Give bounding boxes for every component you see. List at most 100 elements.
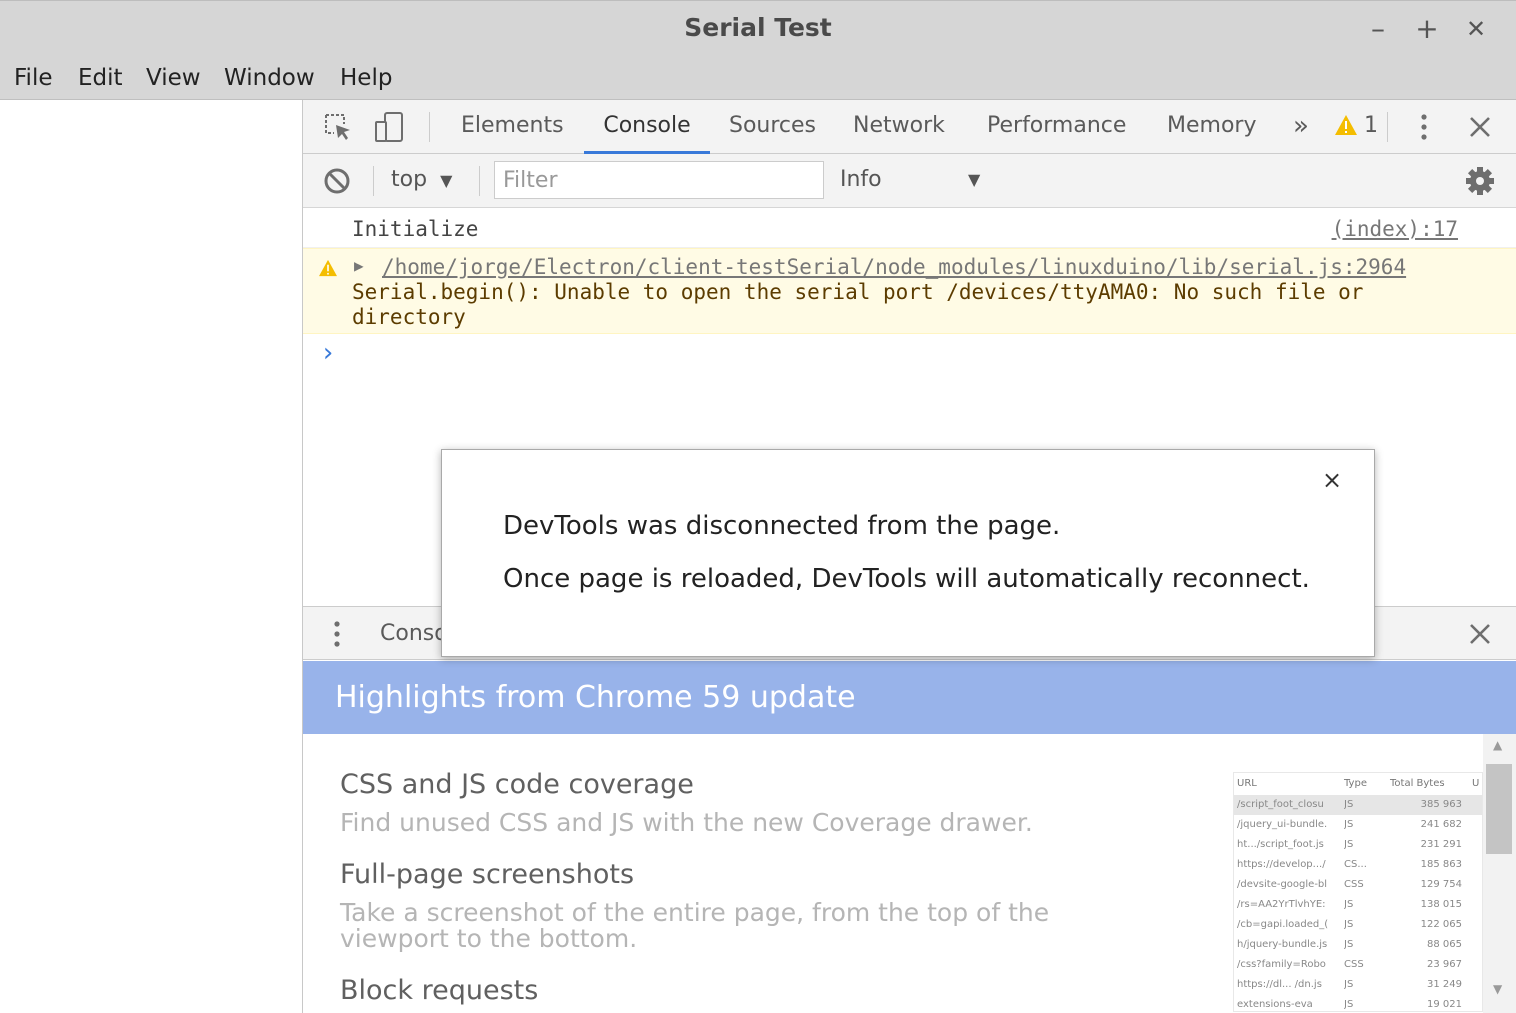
thumb-cell: 88 065 — [1427, 939, 1462, 950]
close-drawer-icon[interactable] — [1468, 622, 1492, 646]
scrollbar-thumb[interactable] — [1486, 764, 1512, 854]
minimize-button[interactable]: – — [1361, 9, 1395, 49]
warning-source-link[interactable]: /home/jorge/Electron/client-testSerial/n… — [382, 255, 1406, 279]
tab-elements[interactable]: Elements — [461, 100, 564, 154]
thumb-cell: JS — [1344, 979, 1354, 990]
chevron-down-icon: ▼ — [968, 170, 981, 189]
close-window-button[interactable]: ✕ — [1459, 9, 1493, 49]
thumb-cell: 23 967 — [1427, 959, 1462, 970]
thumb-row: /devsite-google-bl CSS 129 754 — [1234, 875, 1482, 895]
thumb-cell: https://develop.../ — [1237, 859, 1326, 870]
devtools-panel: Elements Console Sources Network Perform… — [303, 100, 1516, 1013]
thumb-cell: h/jquery-bundle.js — [1237, 939, 1328, 950]
maximize-button[interactable]: + — [1410, 9, 1444, 49]
log-level-select[interactable]: Info ▼ — [840, 154, 990, 208]
console-message: Initialize (index):17 — [303, 208, 1516, 248]
page-viewport[interactable] — [0, 100, 303, 1013]
thumb-row: /jquery_ui-bundle. JS 241 682 — [1234, 815, 1482, 835]
disconnected-dialog: × DevTools was disconnected from the pag… — [441, 449, 1375, 657]
warning-icon — [319, 259, 337, 277]
whats-new-banner: Highlights from Chrome 59 update — [303, 661, 1516, 734]
thumb-cell: 19 021 — [1427, 999, 1462, 1010]
thumb-cell: JS — [1344, 799, 1354, 810]
scrollbar[interactable]: ▲ ▼ — [1483, 734, 1516, 1013]
warning-count[interactable]: 1 — [1364, 100, 1378, 154]
toolbar-divider — [429, 112, 430, 142]
thumb-cell: 138 015 — [1420, 899, 1462, 910]
toolbar-divider — [479, 166, 480, 196]
thumb-cell: /devsite-google-bl — [1237, 879, 1328, 890]
whats-new-content[interactable]: CSS and JS code coverage Find unused CSS… — [303, 734, 1516, 1013]
dialog-message: Once page is reloaded, DevTools will aut… — [503, 564, 1310, 594]
warning-icon[interactable] — [1334, 114, 1358, 136]
kebab-menu-icon[interactable] — [1414, 112, 1434, 142]
thumb-cell: CSS — [1344, 879, 1364, 890]
menu-window[interactable]: Window — [224, 60, 315, 96]
thumb-row: /cb=gapi.loaded_(JS 122 065 — [1234, 915, 1482, 935]
toolbar-divider — [373, 166, 374, 196]
close-dialog-button[interactable]: × — [1318, 466, 1346, 494]
scroll-down-icon[interactable]: ▼ — [1493, 982, 1502, 996]
chevron-down-icon: ▼ — [440, 171, 453, 190]
thumb-cell: CSS — [1344, 959, 1364, 970]
thumb-cell: 385 963 — [1420, 799, 1462, 810]
thumb-cell: 129 754 — [1420, 879, 1462, 890]
menu-edit[interactable]: Edit — [78, 60, 123, 96]
tab-performance[interactable]: Performance — [987, 100, 1126, 154]
gear-icon[interactable] — [1465, 166, 1495, 196]
feature-title: Full-page screenshots — [340, 859, 635, 890]
thumb-cell: JS — [1344, 939, 1354, 950]
thumb-header: Type — [1344, 778, 1367, 789]
drawer-menu-icon[interactable] — [327, 619, 347, 649]
thumb-cell: /css?family=Robo — [1237, 959, 1326, 970]
devtools-tab-bar: Elements Console Sources Network Perform… — [303, 100, 1516, 154]
scroll-up-icon[interactable]: ▲ — [1493, 738, 1502, 752]
thumb-header: Total Bytes — [1390, 778, 1445, 789]
thumb-cell: JS — [1344, 919, 1354, 930]
log-level-label: Info — [840, 167, 882, 192]
feature-description: Find unused CSS and JS with the new Cove… — [340, 808, 1033, 837]
coverage-screenshot: URL Type Total Bytes U /script_foot_clos… — [1233, 772, 1483, 1012]
window-titlebar: Serial Test – + ✕ — [0, 0, 1516, 56]
console-prompt-icon[interactable]: › — [320, 338, 336, 368]
thumb-cell: 185 863 — [1420, 859, 1462, 870]
thumb-header: URL — [1237, 778, 1257, 789]
thumb-row: ht.../script_foot.js JS 231 291 — [1234, 835, 1482, 855]
source-link[interactable]: (index):17 — [1332, 217, 1458, 241]
window-title: Serial Test — [684, 13, 832, 42]
clear-console-icon[interactable] — [323, 167, 351, 195]
thumb-cell: /script_foot_closu — [1237, 799, 1324, 810]
menu-bar: File Edit View Window Help — [0, 56, 1516, 100]
tab-network[interactable]: Network — [853, 100, 945, 154]
thumb-cell: /cb=gapi.loaded_( — [1237, 919, 1329, 930]
dialog-message: DevTools was disconnected from the page. — [503, 511, 1061, 541]
toolbar-divider — [1387, 112, 1388, 142]
thumb-header: U — [1472, 778, 1480, 789]
thumb-row: https://dl... /dn.js JS 31 249 — [1234, 975, 1482, 995]
filter-input[interactable] — [494, 161, 824, 199]
menu-help[interactable]: Help — [340, 60, 392, 96]
context-selector[interactable]: top ▼ — [391, 154, 452, 208]
expand-triangle-icon[interactable]: ▶ — [354, 256, 364, 275]
thumb-cell: /jquery_ui-bundle. — [1237, 819, 1328, 830]
close-devtools-icon[interactable] — [1468, 115, 1492, 139]
context-selector-label: top — [391, 167, 428, 192]
feature-description: Take a screenshot of the entire page, fr… — [340, 898, 1050, 953]
warning-text-line: Serial.begin(): Unable to open the seria… — [352, 280, 1364, 304]
more-tabs-button[interactable]: » — [1293, 100, 1309, 154]
tab-console[interactable]: Console — [584, 100, 710, 154]
inspect-element-icon[interactable] — [323, 112, 353, 142]
warning-text-line: directory — [352, 305, 466, 329]
drawer-tab-console[interactable]: Conso — [380, 607, 448, 661]
device-toolbar-icon[interactable] — [374, 112, 404, 142]
tab-sources[interactable]: Sources — [729, 100, 816, 154]
thumb-cell: JS — [1344, 819, 1354, 830]
menu-view[interactable]: View — [146, 60, 201, 96]
thumb-cell: ht.../script_foot.js — [1237, 839, 1324, 850]
menu-file[interactable]: File — [14, 60, 53, 96]
thumb-cell: 31 249 — [1427, 979, 1462, 990]
tab-memory[interactable]: Memory — [1167, 100, 1256, 154]
console-toolbar: top ▼ Info ▼ — [303, 154, 1516, 208]
thumb-row: /rs=AA2YrTlvhYE: JS 138 015 — [1234, 895, 1482, 915]
thumb-row: h/jquery-bundle.js JS 88 065 — [1234, 935, 1482, 955]
